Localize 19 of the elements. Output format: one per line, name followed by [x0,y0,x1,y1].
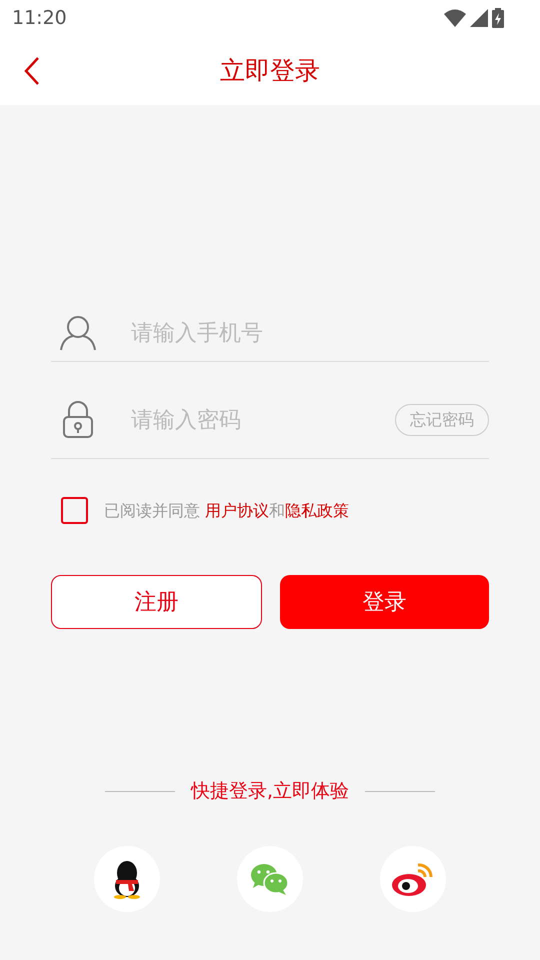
login-button[interactable]: 登录 [280,575,489,629]
agreement-link[interactable]: 隐私政策 [285,500,350,520]
signal-icon [470,9,488,27]
agreement-link[interactable]: 用户协议 [205,500,270,520]
page-title: 立即登录 [220,54,320,87]
agreement-checkbox[interactable] [61,497,88,524]
chat-bubbles-icon [250,862,290,896]
eye-signal-icon [391,860,435,896]
quick-login-title: 快捷登录,立即体验 [190,779,350,804]
phone-field[interactable]: 请输入手机号 [129,316,489,350]
lock-icon [62,401,94,439]
register-button[interactable]: 注册 [51,575,262,629]
user-icon [59,314,97,352]
status-time: 11:20 [12,6,67,31]
back-icon[interactable] [22,56,42,86]
wifi-icon [444,9,466,27]
password-field[interactable]: 请输入密码 [129,402,371,438]
agreement-text: 已阅读并同意 用户协议和隐私政策 [104,500,350,522]
battery-icon [492,8,504,28]
